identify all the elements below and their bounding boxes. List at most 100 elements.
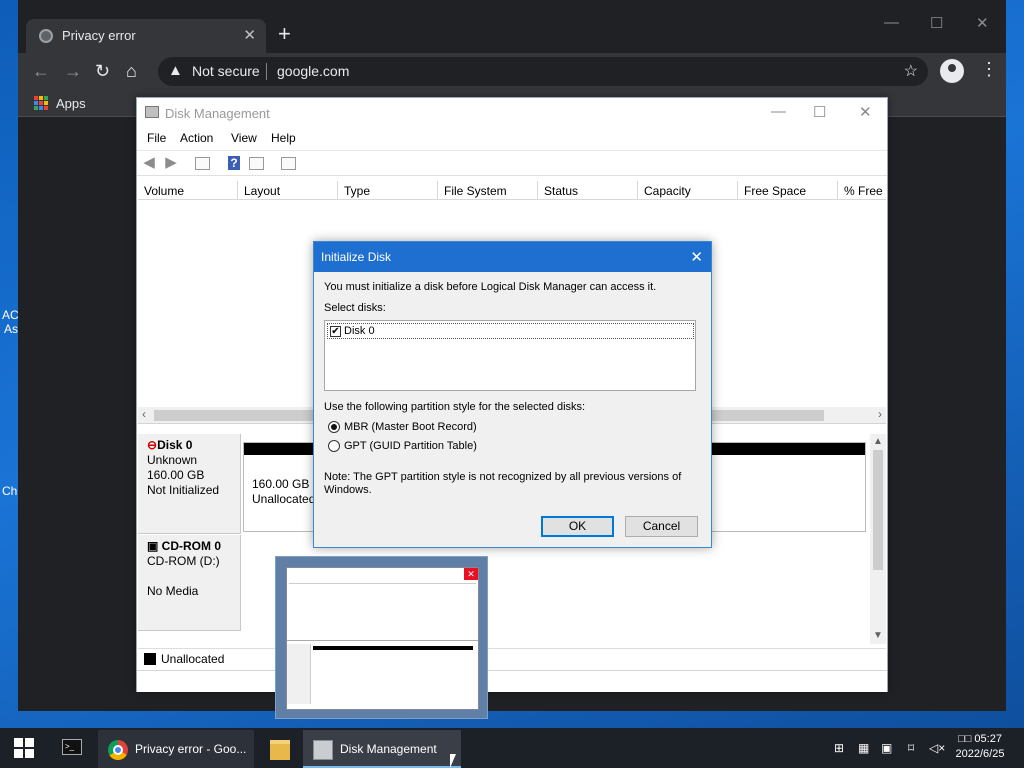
legend-label: Unallocated [161, 652, 225, 666]
taskbar-chrome-button[interactable]: Privacy error - Goo... [98, 730, 254, 768]
disk-listbox[interactable]: ✔ Disk 0 [324, 320, 696, 391]
close-button[interactable]: ✕ [976, 14, 989, 32]
taskbar-disk-management-button[interactable]: Disk Management [303, 730, 461, 768]
usb-icon[interactable]: ⌑ [908, 741, 914, 755]
apps-icon[interactable] [34, 96, 48, 110]
close-button[interactable]: ✕ [859, 103, 872, 121]
thumbnail-disk-labels [287, 644, 311, 704]
disk-management-icon [145, 106, 159, 118]
command-prompt-icon[interactable]: >_ [62, 739, 82, 755]
thumbnail-close-icon[interactable]: ✕ [464, 568, 478, 580]
cdrom-0-label[interactable]: ▣ CD-ROM 0 CD-ROM (D:) No Media [138, 535, 241, 631]
thumbnail-window: ✕ [286, 567, 479, 710]
select-disks-label: Select disks: [324, 302, 386, 314]
menu-action[interactable]: Action [180, 131, 213, 145]
scroll-right-icon[interactable]: › [878, 407, 882, 421]
cancel-button[interactable]: Cancel [625, 516, 698, 537]
disk-list-item[interactable]: ✔ Disk 0 [327, 323, 694, 339]
apps-link[interactable]: Apps [56, 96, 86, 111]
note-line-1: Note: The GPT partition style is not rec… [324, 471, 682, 483]
minimize-button[interactable]: — [771, 103, 786, 120]
dialog-title-bar: Initialize Disk ✕ [314, 242, 711, 272]
disk-0-checkbox[interactable]: ✔ [330, 326, 341, 337]
toolbar: ◀ ▶ ? [137, 150, 887, 176]
cdrom-0-name: ▣ CD-ROM 0 [147, 539, 222, 553]
chrome-icon [108, 740, 128, 760]
bookmark-star-icon[interactable]: ☆ [904, 61, 918, 81]
menu-view[interactable]: View [231, 131, 257, 145]
tab-close-icon[interactable]: ✕ [243, 26, 256, 44]
back-arrow-icon[interactable]: ◀ [141, 155, 157, 171]
dialog-title: Initialize Disk [321, 250, 392, 264]
column-capacity[interactable]: Capacity [638, 181, 738, 200]
mbr-radio[interactable] [328, 421, 340, 433]
forward-arrow-icon[interactable]: ▶ [163, 155, 179, 171]
clock-time: 05:27 [974, 733, 1002, 745]
menu-help[interactable]: Help [271, 131, 296, 145]
tab-title: Privacy error [62, 28, 136, 43]
browser-tab[interactable]: Privacy error ✕ [26, 19, 266, 53]
ok-button[interactable]: OK [541, 516, 614, 537]
column-status[interactable]: Status [538, 181, 638, 200]
thumbnail-divider [287, 640, 478, 641]
mouse-cursor [450, 754, 456, 768]
security-label[interactable]: Not secure [192, 63, 260, 79]
scroll-up-icon[interactable]: ▲ [873, 436, 883, 447]
browser-toolbar: ← → ↻ ⌂ ▲ Not secure google.com ☆ ⋮ [18, 53, 1006, 90]
column-percent-free[interactable]: % Free [838, 181, 886, 200]
maximize-button[interactable]: ☐ [813, 103, 826, 121]
home-icon[interactable]: ⌂ [126, 61, 137, 81]
scroll-down-icon[interactable]: ▼ [873, 630, 883, 641]
account-icon[interactable] [940, 59, 964, 83]
disk-management-icon [313, 740, 333, 760]
clock[interactable]: □□ 05:27 2022/6/25 [950, 732, 1010, 762]
menu-icon[interactable]: ⋮ [980, 59, 998, 79]
disk-0-name: ⊖Disk 0 [147, 438, 193, 452]
dialog-message: You must initialize a disk before Logica… [324, 281, 657, 293]
column-volume[interactable]: Volume [138, 181, 238, 200]
mbr-label[interactable]: MBR (Master Boot Record) [344, 421, 477, 433]
volume-muted-icon[interactable]: ◁× [929, 741, 945, 755]
forward-icon[interactable]: → [64, 61, 82, 81]
thumbnail-headers [289, 580, 476, 584]
back-icon[interactable]: ← [32, 61, 50, 81]
column-type[interactable]: Type [338, 181, 438, 200]
keyboard-icon[interactable]: ▦ [858, 741, 869, 755]
vertical-scrollbar[interactable]: ▲ ▼ [870, 434, 886, 644]
window-title: Disk Management [165, 106, 270, 121]
network-icon[interactable]: ⊞ [834, 741, 844, 755]
gpt-label[interactable]: GPT (GUID Partition Table) [344, 440, 477, 452]
settings-icon[interactable] [281, 157, 296, 170]
scroll-left-icon[interactable]: ‹ [142, 407, 146, 421]
partition-size: 160.00 GB [252, 477, 310, 491]
column-layout[interactable]: Layout [238, 181, 338, 200]
scroll-thumb[interactable] [873, 450, 883, 570]
dialog-close-icon[interactable]: ✕ [690, 248, 703, 266]
column-free-space[interactable]: Free Space [738, 181, 838, 200]
title-bar: Disk Management — ☐ ✕ [137, 98, 887, 128]
disk-0-label[interactable]: ⊖Disk 0 Unknown 160.00 GB Not Initialize… [138, 434, 241, 534]
taskbar-explorer-button[interactable] [262, 730, 298, 768]
reload-icon[interactable]: ↻ [95, 61, 110, 81]
windows-start-icon[interactable] [14, 738, 34, 758]
column-file-system[interactable]: File System [438, 181, 538, 200]
gpt-radio[interactable] [328, 440, 340, 452]
clock-prefix: □□ [958, 733, 972, 745]
console-tree-icon[interactable] [195, 157, 210, 170]
partition-label: Unallocated [252, 492, 316, 506]
new-tab-button[interactable]: + [278, 23, 291, 45]
taskbar-thumbnail-preview[interactable]: ✕ [275, 556, 488, 719]
divider [266, 63, 267, 80]
minimize-button[interactable]: — [884, 14, 899, 31]
maximize-button[interactable]: ☐ [930, 14, 943, 32]
cdrom-icon: ▣ [147, 539, 162, 553]
disk-warning-icon: ⊖ [147, 438, 158, 452]
url-text[interactable]: google.com [277, 63, 349, 79]
warning-icon: ▲ [168, 62, 183, 79]
help-icon[interactable]: ? [228, 156, 240, 170]
address-bar[interactable]: ▲ Not secure google.com ☆ [158, 57, 928, 86]
ime-icon[interactable]: ▣ [881, 741, 892, 755]
cdrom-0-media: No Media [147, 584, 199, 598]
properties-icon[interactable] [249, 157, 264, 170]
menu-file[interactable]: File [147, 131, 166, 145]
